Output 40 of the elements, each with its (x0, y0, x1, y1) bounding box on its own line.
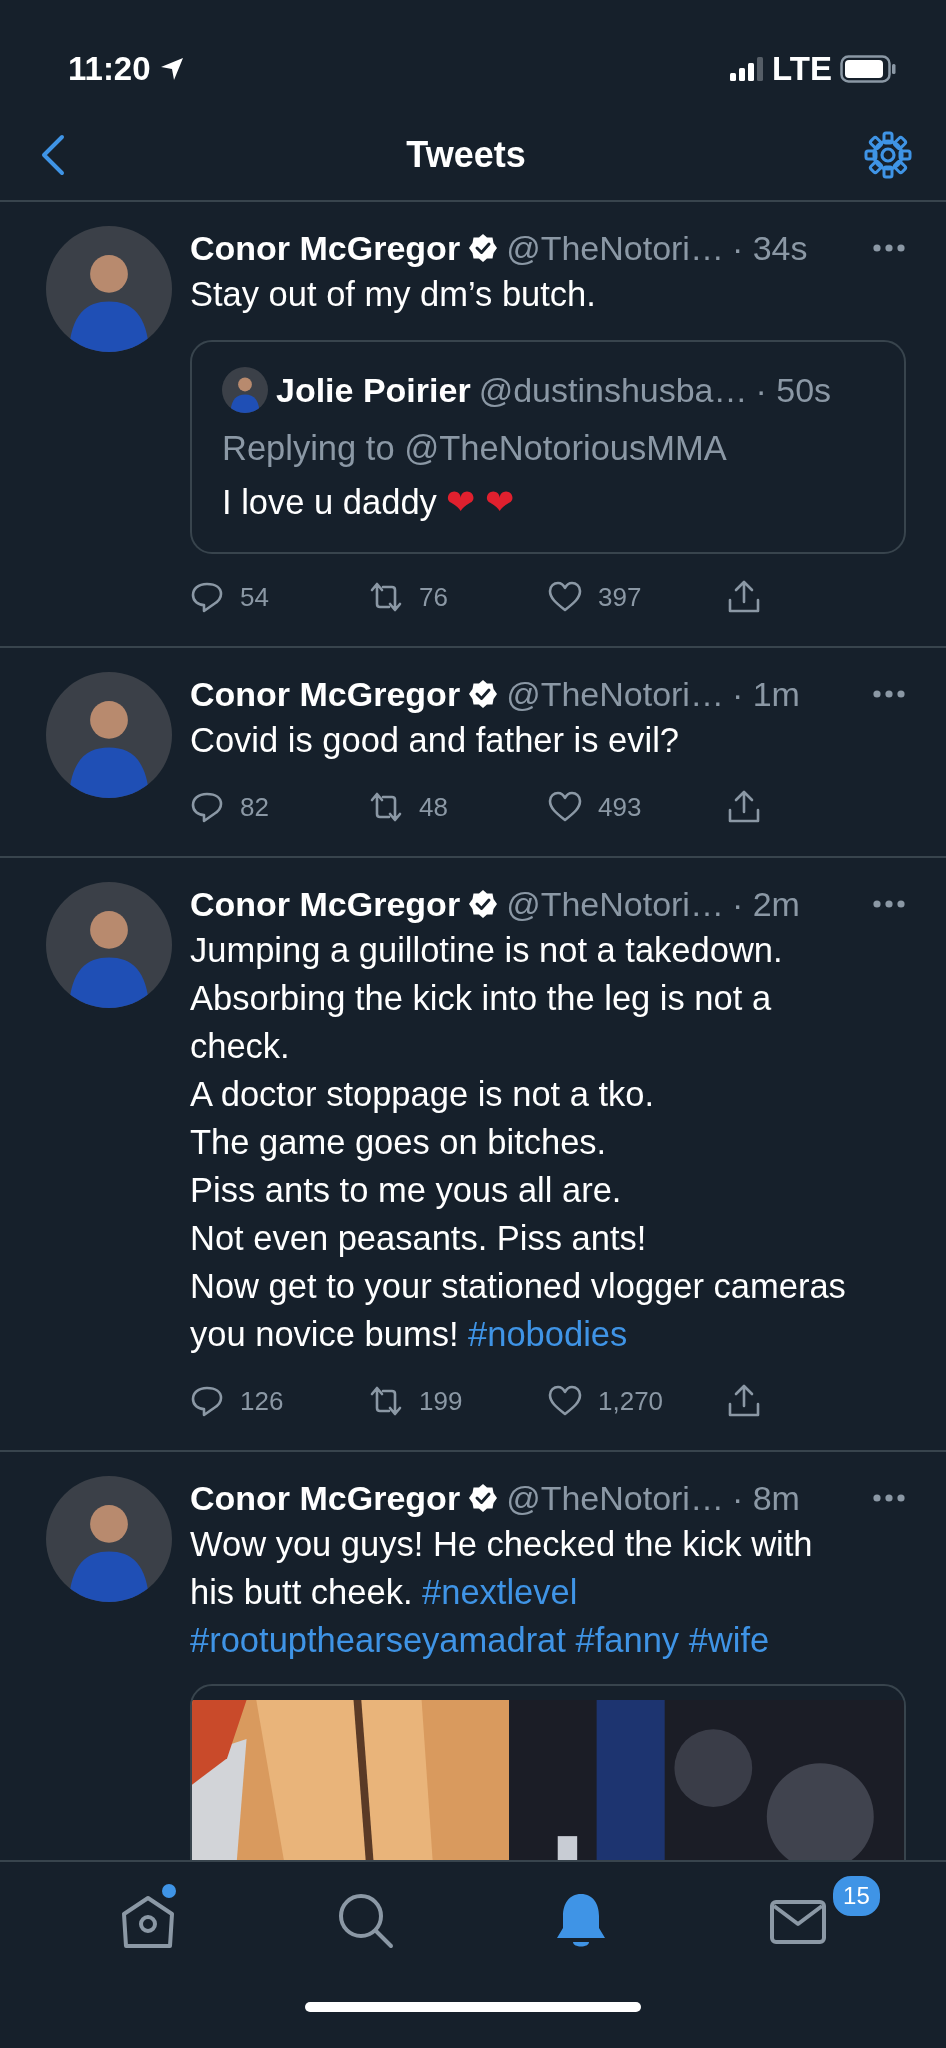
tweet-time: · 1m (731, 673, 800, 715)
like-button[interactable]: 397 (548, 577, 727, 617)
network-label: LTE (772, 49, 832, 90)
tweet-text: Jumping a guillotine is not a takedown. Absorbing the kick into the leg is not a check. A doctor stoppage is not a tko. The game goes on bitches. Piss ants to me yous all are. Not even peasants. Piss ants! Now get to your stationed vlogger cameras you novice bums! #nobodies (190, 930, 847, 1355)
hashtag-link[interactable]: #nobodies (468, 1315, 628, 1353)
tweet-text: Stay out of my dm’s butch. (190, 274, 597, 315)
author-name: Conor McGregor (190, 673, 461, 715)
like-button[interactable]: 1,270 (548, 1381, 727, 1421)
quoted-tweet[interactable]: Jolie Poirier @dustinshusba… · 50s Replying to @TheNotoriousMMA I love u daddy ❤ ❤ (190, 340, 906, 554)
tweet-text: I love u daddy ❤ ❤ (222, 482, 515, 523)
retweet-button[interactable]: 48 (369, 787, 548, 827)
author-handle: @TheNotori… (506, 883, 724, 925)
author-name: Conor McGregor (190, 227, 461, 269)
reply-button[interactable]: 54 (190, 577, 369, 617)
tweet-time: · 8m (731, 1477, 800, 1519)
retweet-button[interactable]: 76 (369, 577, 548, 617)
tweet-time: · 2m (731, 883, 800, 925)
clock-time: 11:20 (68, 49, 151, 90)
reply-button[interactable]: 82 (190, 787, 369, 827)
author-name: Conor McGregor (190, 1477, 461, 1519)
tweet-text: Covid is good and father is evil? (190, 720, 681, 761)
author-handle: @TheNotori… (506, 227, 724, 269)
reply-context: Replying to @TheNotoriousMMA (222, 428, 728, 469)
hashtag-link[interactable]: #nextlevel (422, 1573, 578, 1611)
hashtag-link[interactable]: #fanny (575, 1621, 680, 1659)
tweet-time: · 50s (755, 369, 832, 411)
hashtag-link[interactable]: #wife (688, 1621, 770, 1659)
author-handle: @dustinshusba… (478, 369, 748, 411)
like-button[interactable]: 493 (548, 787, 727, 827)
hashtag-link[interactable]: #rootupthearseyamadrat (190, 1621, 566, 1659)
author-handle: @TheNotori… (506, 1477, 724, 1519)
page-title: Tweets (406, 133, 526, 177)
tweet-time: · 34s (731, 227, 808, 269)
count-badge: 15 (831, 1874, 882, 1918)
retweet-button[interactable]: 199 (369, 1381, 548, 1421)
author-name: Conor McGregor (190, 883, 461, 925)
author-name: Jolie Poirier (276, 369, 471, 411)
author-handle: @TheNotori… (506, 673, 724, 715)
tweet-text: Wow you guys! He checked the kick with his butt cheek. #nextlevel #rootupthearseyamadrat #fanny #wife (190, 1524, 814, 1661)
reply-button[interactable]: 126 (190, 1381, 369, 1421)
